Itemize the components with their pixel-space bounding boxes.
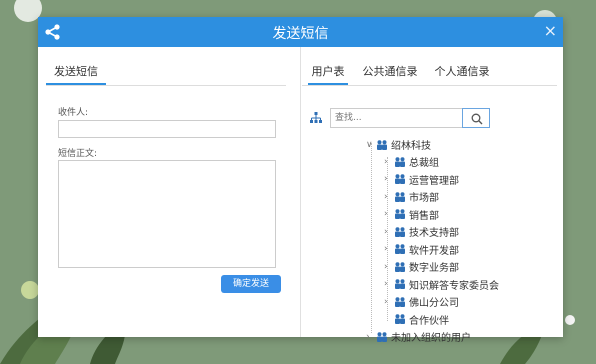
tree-node-label: 软件开发部 xyxy=(409,245,459,257)
chevron-right-icon[interactable]: › xyxy=(384,157,394,167)
contacts-search xyxy=(330,108,490,128)
search-button[interactable] xyxy=(462,108,490,128)
chevron-right-icon[interactable]: › xyxy=(384,279,394,289)
tree-node-label: 总裁组 xyxy=(409,158,439,169)
tree-node-dept[interactable]: › 市场部 xyxy=(384,189,439,205)
chevron-right-icon[interactable]: › xyxy=(384,244,394,254)
search-input[interactable] xyxy=(335,110,457,126)
contacts-panel: 用户表 公共通信录 个人通信录 查找... ∨ 绍林科技 › 总裁组 › 运营管… xyxy=(302,47,563,344)
group-icon xyxy=(394,156,406,167)
tree-node-dept[interactable]: › 技术支持部 xyxy=(384,224,459,240)
group-icon xyxy=(394,209,406,219)
dialog-title: 发送短信 xyxy=(272,26,329,42)
tree-node-label: 知识解答专家委员会 xyxy=(409,280,499,292)
group-icon xyxy=(394,314,406,324)
message-body-label: 短信正文: xyxy=(58,149,98,159)
message-body-textarea[interactable] xyxy=(58,160,276,268)
group-icon xyxy=(394,244,406,254)
search-icon xyxy=(471,113,483,125)
chevron-right-icon[interactable]: › xyxy=(384,262,394,272)
tree-node-dept[interactable]: › 销售部 xyxy=(384,207,439,223)
compose-tabbar: 发送短信 xyxy=(46,59,286,86)
tree-node-dept[interactable]: › 知识解答专家委员会 xyxy=(384,277,499,293)
contacts-tabbar: 用户表 公共通信录 个人通信录 xyxy=(302,59,557,86)
tree-node-label: 绍林科技 xyxy=(391,141,431,152)
tree-node-label: 合作伙伴 xyxy=(409,315,449,327)
recipient-label: 收件人: xyxy=(58,108,89,118)
chevron-right-icon[interactable]: › xyxy=(384,192,394,202)
tree-node-dept[interactable]: › 数字业务部 xyxy=(384,259,459,275)
group-icon xyxy=(394,226,406,237)
group-icon xyxy=(394,296,406,307)
confirm-send-button[interactable]: 确定发送 xyxy=(221,275,281,293)
group-icon xyxy=(394,191,406,202)
compose-panel: 发送短信 收件人: 短信正文: 确定发送 xyxy=(46,47,286,337)
group-icon xyxy=(394,174,406,184)
tab-public-contacts[interactable]: 公共通信录 xyxy=(360,63,420,83)
send-sms-dialog: 发送短信 × 发送短信 收件人: 短信正文: 确定发送 用户表 公共通信录 个人… xyxy=(38,17,563,344)
tree-node-dept[interactable]: › 运营管理部 xyxy=(384,172,459,188)
tree-node-label: 技术支持部 xyxy=(409,228,459,239)
group-icon xyxy=(394,261,406,272)
tree-node-unassigned[interactable]: › 未加入组织的用户 xyxy=(366,329,471,345)
close-icon[interactable]: × xyxy=(544,21,557,40)
chevron-right-icon[interactable]: › xyxy=(384,227,394,237)
group-icon xyxy=(394,279,406,289)
chevron-right-icon[interactable]: › xyxy=(384,297,394,307)
org-tree-icon[interactable] xyxy=(310,112,322,124)
panel-divider xyxy=(300,47,301,337)
tree-node-dept[interactable]: 合作伙伴 xyxy=(384,312,449,328)
tree-node-dept[interactable]: › 佛山分公司 xyxy=(384,294,459,310)
tree-node-root[interactable]: ∨ 绍林科技 xyxy=(366,137,431,153)
group-icon xyxy=(376,139,388,150)
tree-node-dept[interactable]: › 软件开发部 xyxy=(384,242,459,258)
tree-node-label: 运营管理部 xyxy=(409,175,459,187)
chevron-right-icon[interactable]: › xyxy=(384,209,394,219)
tree-node-label: 销售部 xyxy=(409,210,439,222)
tree-connector xyxy=(371,143,372,333)
tree-node-label: 市场部 xyxy=(409,193,439,204)
tree-node-label: 数字业务部 xyxy=(409,263,459,274)
tree-node-label: 未加入组织的用户 xyxy=(391,333,471,344)
tab-user-table[interactable]: 用户表 xyxy=(308,63,348,85)
tree-node-label: 佛山分公司 xyxy=(409,298,459,309)
chevron-down-icon[interactable]: ∨ xyxy=(366,140,376,150)
chevron-right-icon[interactable]: › xyxy=(384,174,394,184)
recipient-input[interactable] xyxy=(58,120,276,138)
dialog-titlebar: 发送短信 × xyxy=(38,17,563,47)
group-icon xyxy=(376,331,388,342)
tab-send-sms[interactable]: 发送短信 xyxy=(46,63,106,85)
tree-node-dept[interactable]: › 总裁组 xyxy=(384,154,439,170)
tab-personal-contacts[interactable]: 个人通信录 xyxy=(432,63,492,83)
chevron-right-icon[interactable]: › xyxy=(366,332,376,342)
